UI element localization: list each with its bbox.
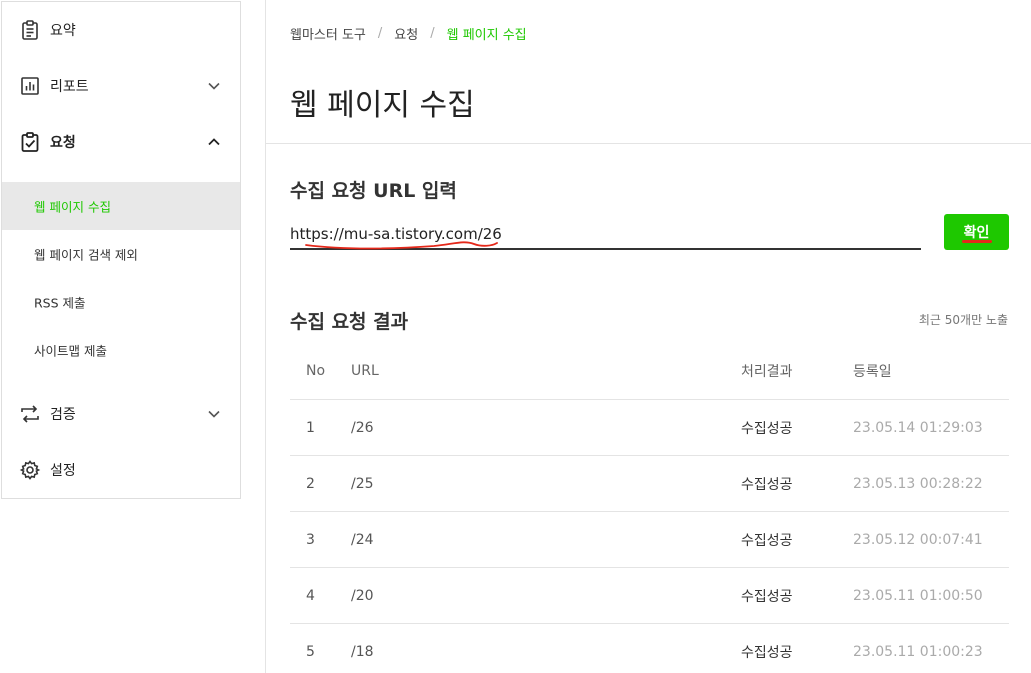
- breadcrumb-current: 웹 페이지 수집: [446, 28, 527, 43]
- breadcrumb-separator: /: [377, 26, 383, 41]
- webmaster-page: 요약 리포트 요청 웹 페이지 수집 웹 페이지 검색 제외 RSS 제출 사이…: [0, 0, 1031, 673]
- sidebar-subitem-web-page-collect[interactable]: 웹 페이지 수집: [2, 182, 240, 230]
- row-result: 수집성공: [741, 644, 793, 661]
- row-url: /18: [351, 643, 374, 660]
- row-no: 2: [306, 475, 315, 492]
- url-input-section-title: 수집 요청 URL 입력: [290, 180, 457, 202]
- row-result: 수집성공: [741, 420, 793, 437]
- sidebar-item-summary[interactable]: 요약: [2, 2, 240, 58]
- row-url: /26: [351, 419, 374, 436]
- chevron-down-icon[interactable]: [207, 407, 221, 421]
- breadcrumb: 웹마스터 도구 / 요청 / 웹 페이지 수집: [290, 24, 527, 43]
- sidebar-subitem-label: RSS 제출: [34, 295, 86, 311]
- recent-note: 최근 50개만 노출: [918, 313, 1008, 327]
- row-date: 23.05.14 01:29:03: [853, 419, 983, 436]
- table-header: No URL 처리결과 등록일: [290, 343, 1009, 400]
- table-row: 2 /25 수집성공 23.05.13 00:28:22: [290, 456, 1009, 512]
- row-no: 1: [306, 419, 315, 436]
- sidebar-item-label: 요약: [50, 23, 76, 39]
- sidebar-subitem-label: 사이트맵 제출: [34, 343, 107, 359]
- row-no: 5: [306, 643, 315, 660]
- repeat-arrows-icon: [19, 403, 41, 425]
- sidebar-subitem-sitemap-submit[interactable]: 사이트맵 제출: [2, 326, 240, 374]
- page-header: 웹마스터 도구 / 요청 / 웹 페이지 수집 웹 페이지 수집: [266, 0, 1031, 144]
- row-no: 3: [306, 531, 315, 548]
- sidebar-item-label: 설정: [50, 463, 76, 479]
- url-input[interactable]: [290, 214, 921, 250]
- row-no: 4: [306, 587, 315, 604]
- breadcrumb-separator: /: [430, 26, 435, 41]
- column-header-result: 처리결과: [741, 364, 793, 380]
- sidebar-item-request[interactable]: 요청: [2, 114, 240, 170]
- sidebar-item-settings[interactable]: 설정: [2, 442, 240, 498]
- main-content: 웹마스터 도구 / 요청 / 웹 페이지 수집 웹 페이지 수집 수집 요청 U…: [265, 0, 1031, 673]
- table-row: 5 /18 수집성공 23.05.11 01:00:23: [290, 624, 1009, 673]
- sidebar-item-report[interactable]: 리포트: [2, 58, 240, 114]
- row-date: 23.05.12 00:07:41: [853, 531, 983, 548]
- red-underline-annotation: [962, 240, 992, 243]
- row-date: 23.05.13 00:28:22: [853, 475, 983, 492]
- row-date: 23.05.11 01:00:23: [853, 643, 983, 660]
- gear-icon: [19, 459, 41, 481]
- column-header-no: No: [306, 363, 326, 379]
- column-header-date: 등록일: [853, 364, 892, 380]
- row-url: /25: [351, 475, 374, 492]
- chevron-down-icon[interactable]: [207, 79, 221, 93]
- confirm-button-label: 확인: [963, 225, 990, 241]
- sidebar-subitem-label: 웹 페이지 검색 제외: [34, 247, 138, 263]
- table-row: 3 /24 수집성공 23.05.12 00:07:41: [290, 512, 1009, 568]
- row-url: /20: [351, 587, 374, 604]
- column-header-url: URL: [351, 363, 379, 379]
- sidebar-subitem-rss-submit[interactable]: RSS 제출: [2, 278, 240, 326]
- sidebar-item-label: 검증: [50, 407, 76, 423]
- sidebar-subitem-label: 웹 페이지 수집: [34, 199, 111, 215]
- sidebar-subitem-search-exclude[interactable]: 웹 페이지 검색 제외: [2, 230, 240, 278]
- sidebar-item-verify[interactable]: 검증: [2, 386, 240, 442]
- confirm-button[interactable]: 확인: [944, 214, 1009, 250]
- clipboard-check-icon: [19, 131, 41, 153]
- table-row: 1 /26 수집성공 23.05.14 01:29:03: [290, 400, 1009, 456]
- page-title: 웹 페이지 수집: [290, 88, 475, 123]
- row-url: /24: [351, 531, 374, 548]
- row-result: 수집성공: [741, 476, 793, 493]
- clipboard-icon: [19, 19, 41, 41]
- breadcrumb-item[interactable]: 웹마스터 도구: [290, 24, 366, 43]
- results-section-title: 수집 요청 결과: [290, 311, 409, 333]
- chevron-up-icon[interactable]: [207, 135, 221, 149]
- bar-chart-icon: [19, 75, 41, 97]
- sidebar-item-label: 요청: [50, 135, 76, 151]
- table-row: 4 /20 수집성공 23.05.11 01:00:50: [290, 568, 1009, 624]
- sidebar: 요약 리포트 요청 웹 페이지 수집 웹 페이지 검색 제외 RSS 제출 사이…: [1, 1, 241, 499]
- row-result: 수집성공: [741, 588, 793, 605]
- breadcrumb-item[interactable]: 요청: [394, 24, 418, 43]
- sidebar-item-label: 리포트: [50, 79, 89, 95]
- results-table: No URL 처리결과 등록일 1 /26 수집성공 23.05.14 01:2…: [290, 343, 1009, 673]
- row-date: 23.05.11 01:00:50: [853, 587, 983, 604]
- row-result: 수집성공: [741, 532, 793, 549]
